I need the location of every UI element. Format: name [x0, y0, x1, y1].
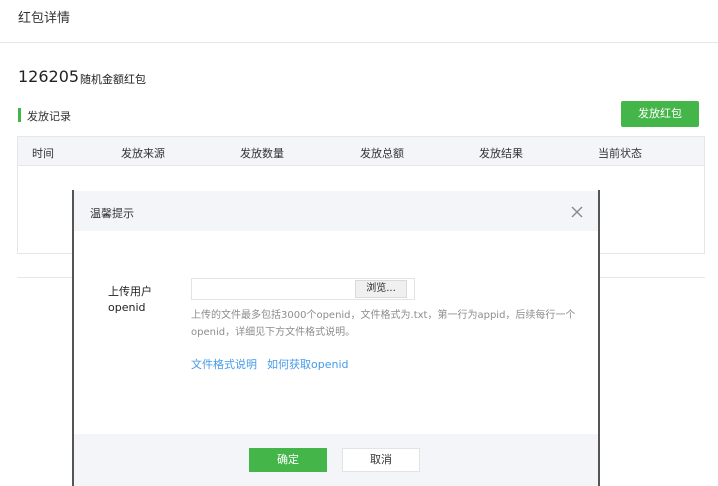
dialog-footer: 确定 取消: [74, 434, 598, 486]
close-icon[interactable]: [570, 204, 584, 218]
upload-help-text: 上传的文件最多包括3000个openid，文件格式为.txt，第一行为appid…: [191, 310, 576, 338]
modal-border-right: [598, 190, 600, 486]
column-header-result: 发放结果: [479, 147, 523, 160]
section-accent-bar: [18, 108, 21, 122]
page-title: 红包详情: [18, 11, 71, 26]
file-format-link[interactable]: 文件格式说明: [191, 356, 257, 372]
get-openid-link[interactable]: 如何获取openid: [267, 356, 349, 372]
column-header-time: 时间: [32, 147, 54, 160]
browse-button[interactable]: 浏览...: [355, 280, 407, 298]
column-header-total: 发放总额: [360, 147, 404, 160]
column-header-quantity: 发放数量: [240, 147, 284, 160]
upload-field-label: 上传用户openid: [108, 285, 152, 314]
packet-type: 随机金额红包: [80, 73, 146, 86]
dialog-title: 温馨提示: [90, 207, 134, 220]
file-path-input[interactable]: [192, 279, 362, 299]
send-red-packet-button[interactable]: 发放红包: [621, 101, 699, 127]
confirm-button[interactable]: 确定: [249, 448, 327, 472]
cancel-button[interactable]: 取消: [342, 448, 420, 472]
packet-id: 126205: [18, 67, 80, 86]
file-upload-field[interactable]: 浏览...: [191, 278, 415, 300]
column-header-source: 发放来源: [121, 147, 165, 160]
title-divider: [0, 42, 718, 43]
upload-dialog: 温馨提示 上传用户openid 浏览... 上传的文件最多包括3000个open…: [74, 191, 598, 486]
section-title: 发放记录: [27, 110, 71, 123]
dialog-header: 温馨提示: [74, 191, 598, 231]
table-header: 时间 发放来源 发放数量 发放总额 发放结果 当前状态: [18, 137, 704, 166]
column-header-status: 当前状态: [598, 147, 642, 160]
